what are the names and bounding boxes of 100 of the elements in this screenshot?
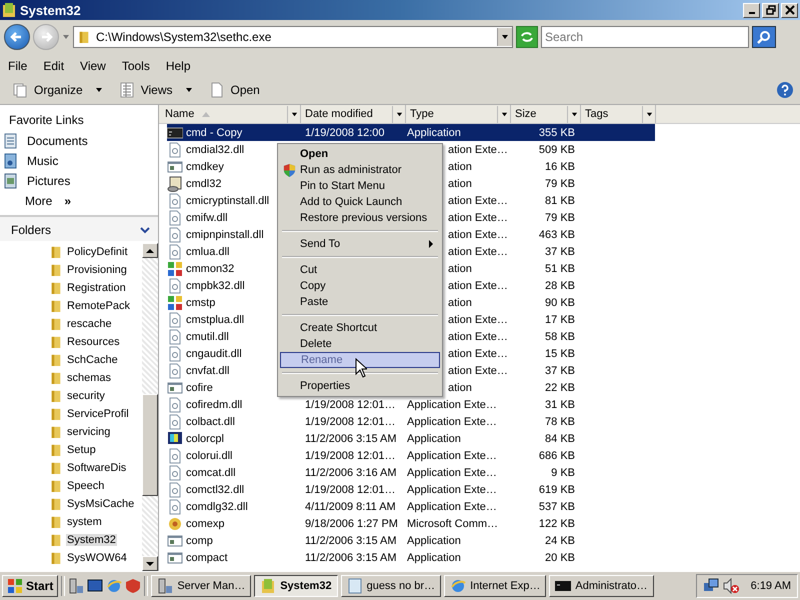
close-button[interactable] [781, 2, 798, 18]
menu-item[interactable]: File [0, 59, 36, 73]
start-button[interactable]: Start [2, 575, 58, 597]
folder-tree-item[interactable]: SysMsiCache [66, 498, 136, 510]
menu-item[interactable]: Add to Quick Launch [280, 194, 440, 210]
file-name[interactable]: cmdkey [186, 160, 224, 172]
file-name[interactable]: comcat.dll [186, 466, 236, 478]
refresh-button[interactable] [516, 26, 538, 48]
favorite-link[interactable]: Pictures [0, 171, 158, 191]
file-name[interactable]: cmdial32.dll [186, 144, 244, 156]
file-name[interactable]: colorcpl [186, 432, 224, 444]
folder-tree-item[interactable]: security [66, 390, 106, 402]
folder-tree-item[interactable]: system [66, 516, 103, 528]
column-header[interactable]: Tags [581, 105, 656, 123]
folder-tree-item[interactable]: System32 [66, 534, 117, 546]
file-name[interactable]: comp [186, 534, 213, 546]
favorite-link[interactable]: Music [0, 151, 158, 171]
file-name[interactable]: cmmon32 [186, 262, 234, 274]
network-icon[interactable] [702, 578, 719, 594]
more-link[interactable]: More » [0, 191, 158, 211]
toolbar-button[interactable]: Organize [6, 80, 109, 100]
toolbar-button[interactable]: Views [112, 80, 198, 100]
folder-tree-item[interactable]: rescache [66, 318, 113, 330]
menu-item[interactable]: Run as administrator [280, 162, 440, 178]
file-name[interactable]: comexp [186, 518, 225, 530]
file-name[interactable]: cmstplua.dll [186, 314, 244, 326]
caret-icon[interactable] [646, 110, 652, 118]
folder-tree-item[interactable]: Provisioning [66, 264, 128, 276]
file-name[interactable]: cofire [186, 382, 213, 394]
file-name[interactable]: comdlg32.dll [186, 500, 248, 512]
folder-tree-item[interactable]: schemas [66, 372, 112, 384]
taskbar-button[interactable]: Administrato… [549, 575, 654, 597]
file-name[interactable]: cofiredm.dll [186, 398, 242, 410]
taskbar-button[interactable]: Internet Exp… [444, 575, 546, 597]
file-name[interactable]: cngaudit.dll [186, 348, 242, 360]
restore-button[interactable] [762, 2, 779, 18]
taskbar-button[interactable]: Server Man… [151, 575, 252, 597]
menu-item[interactable]: Restore previous versions [280, 210, 440, 226]
caret-icon[interactable] [396, 110, 402, 118]
file-name[interactable]: compact [186, 552, 228, 564]
menu-item[interactable]: View [72, 59, 114, 73]
address-dropdown-button[interactable] [497, 28, 512, 46]
file-name[interactable]: cmifw.dll [186, 212, 228, 224]
up-arrow-icon[interactable] [146, 248, 154, 254]
folder-tree-item[interactable]: PolicyDefinit [66, 246, 129, 258]
menu-item[interactable]: Copy [280, 278, 440, 294]
file-name[interactable]: comctl32.dll [186, 484, 244, 496]
menu-item[interactable]: Send To [280, 236, 440, 252]
taskbar-button[interactable]: System32 [254, 575, 338, 597]
file-name[interactable]: cmutil.dll [186, 330, 229, 342]
folder-tree-item[interactable]: SoftwareDis [66, 462, 128, 474]
taskbar-button[interactable]: guess no br… [340, 575, 442, 597]
down-arrow-icon[interactable] [146, 560, 154, 566]
file-name[interactable]: colbact.dll [186, 416, 235, 428]
folder-tree-item[interactable]: servicing [66, 426, 112, 438]
column-header[interactable]: Size [511, 105, 581, 123]
folder-tree-item[interactable]: SysWOW64 [66, 552, 128, 564]
column-header[interactable]: Type [406, 105, 511, 123]
folder-tree-item[interactable]: Speech [66, 480, 106, 492]
menu-item[interactable]: Create Shortcut [280, 320, 440, 336]
menu-item[interactable]: Edit [35, 59, 72, 73]
toolbar-button[interactable]: Open [202, 80, 266, 100]
folder-tree-item[interactable]: SchCache [66, 354, 119, 366]
folders-header[interactable]: Folders [0, 216, 158, 241]
scrollbar[interactable] [142, 243, 158, 571]
caret-icon[interactable] [290, 110, 298, 118]
minimize-button[interactable] [743, 2, 760, 18]
menu-item[interactable]: Paste [280, 294, 440, 310]
folder-tree-item[interactable]: Registration [66, 282, 127, 294]
back-button[interactable] [4, 24, 30, 50]
menu-item[interactable]: Tools [114, 59, 158, 73]
menu-item[interactable]: Delete [280, 336, 440, 352]
menu-item[interactable]: Cut [280, 262, 440, 278]
caret-icon[interactable] [570, 110, 578, 118]
muted-speaker-icon[interactable] [722, 578, 739, 594]
folder-tree-item[interactable]: Setup [66, 444, 97, 456]
desktop-icon[interactable] [87, 578, 104, 594]
file-name[interactable]: cmipnpinstall.dll [186, 228, 264, 240]
menu-item[interactable]: Pin to Start Menu [280, 178, 440, 194]
favorite-link[interactable]: Documents [0, 131, 158, 151]
file-name[interactable]: cmdl32 [186, 178, 222, 190]
menu-item[interactable]: Help [158, 59, 199, 73]
file-name[interactable]: colorui.dll [186, 450, 232, 462]
server-icon[interactable] [68, 578, 84, 594]
search-field[interactable]: Search [541, 26, 749, 48]
folder-tree-item[interactable]: Resources [66, 336, 121, 348]
address-field[interactable]: C:\Windows\System32\sethc.exe [73, 26, 513, 48]
column-header[interactable]: Name [161, 105, 301, 123]
file-name[interactable]: cmlua.dll [186, 246, 230, 258]
file-name[interactable]: cnvfat.dll [186, 364, 230, 376]
folder-tree-item[interactable]: ServiceProfil [66, 408, 130, 420]
column-header[interactable]: Date modified [301, 105, 406, 123]
search-button[interactable] [752, 26, 776, 48]
file-name[interactable]: cmicryptinstall.dll [186, 194, 270, 206]
help-button[interactable] [776, 81, 794, 99]
file-name[interactable]: cmd - Copy [186, 126, 242, 138]
menu-item[interactable]: Open [280, 146, 440, 162]
menu-item[interactable]: Properties [280, 378, 440, 394]
shield-icon[interactable] [125, 578, 142, 594]
file-name[interactable]: cmstp [186, 296, 216, 308]
